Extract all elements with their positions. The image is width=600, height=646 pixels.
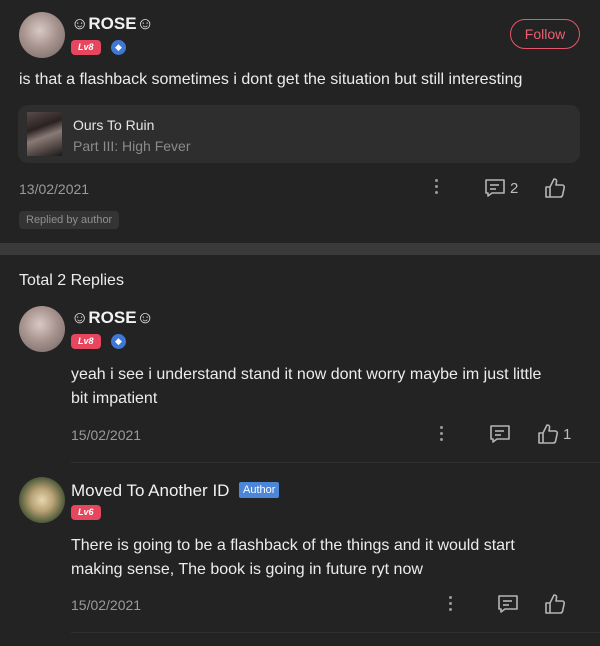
comment-text: is that a flashback sometimes i dont get… — [19, 71, 523, 88]
reply-comment-icon[interactable] — [497, 594, 519, 614]
thumbs-up-icon[interactable] — [544, 177, 566, 199]
total-replies-label: Total 2 Replies — [19, 272, 124, 289]
thumbs-up-icon[interactable] — [537, 423, 559, 445]
level-badge: Lv8 — [71, 334, 101, 349]
reply-text-line1: There is going to be a flashback of the … — [71, 537, 515, 554]
reply-text-line1: yeah i see i understand stand it now don… — [71, 366, 542, 383]
more-options-icon[interactable] — [440, 426, 444, 444]
diamond-icon: ◆ — [111, 334, 126, 349]
follow-button[interactable]: Follow — [510, 19, 580, 49]
diamond-icon: ◆ — [111, 40, 126, 55]
reply-separator — [71, 462, 600, 463]
book-title: Ours To Ruin — [73, 117, 155, 133]
reply-comment-icon[interactable] — [484, 178, 506, 198]
reply-comment-icon[interactable] — [489, 424, 511, 444]
username[interactable]: ☺ROSE☺ — [71, 14, 154, 34]
like-count: 1 — [563, 426, 572, 443]
reply-text-line2: making sense, The book is going in futur… — [71, 561, 423, 578]
book-chapter: Part III: High Fever — [73, 138, 191, 154]
reply-date: 15/02/2021 — [71, 427, 142, 443]
author-avatar[interactable] — [19, 477, 65, 523]
reply-avatar[interactable] — [19, 306, 65, 352]
section-divider — [0, 243, 600, 255]
reply-date: 15/02/2021 — [71, 597, 142, 613]
thumbs-up-icon[interactable] — [544, 593, 566, 615]
comment-date: 13/02/2021 — [19, 181, 90, 197]
avatar[interactable] — [19, 12, 65, 58]
book-cover — [27, 112, 62, 156]
reply-username[interactable]: ☺ROSE☺ — [71, 308, 154, 328]
reply-text-line2: bit impatient — [71, 390, 158, 407]
reply-username[interactable]: Moved To Another ID — [71, 481, 229, 501]
reply-count: 2 — [510, 180, 519, 197]
level-badge: Lv6 — [71, 505, 101, 520]
author-badge: Author — [239, 482, 280, 498]
level-badge: Lv8 — [71, 40, 101, 55]
book-card[interactable]: Ours To Ruin Part III: High Fever — [18, 105, 580, 163]
reply-separator — [71, 632, 600, 633]
replied-by-author-tag: Replied by author — [19, 211, 120, 229]
more-options-icon[interactable] — [435, 179, 439, 197]
more-options-icon[interactable] — [449, 596, 453, 614]
